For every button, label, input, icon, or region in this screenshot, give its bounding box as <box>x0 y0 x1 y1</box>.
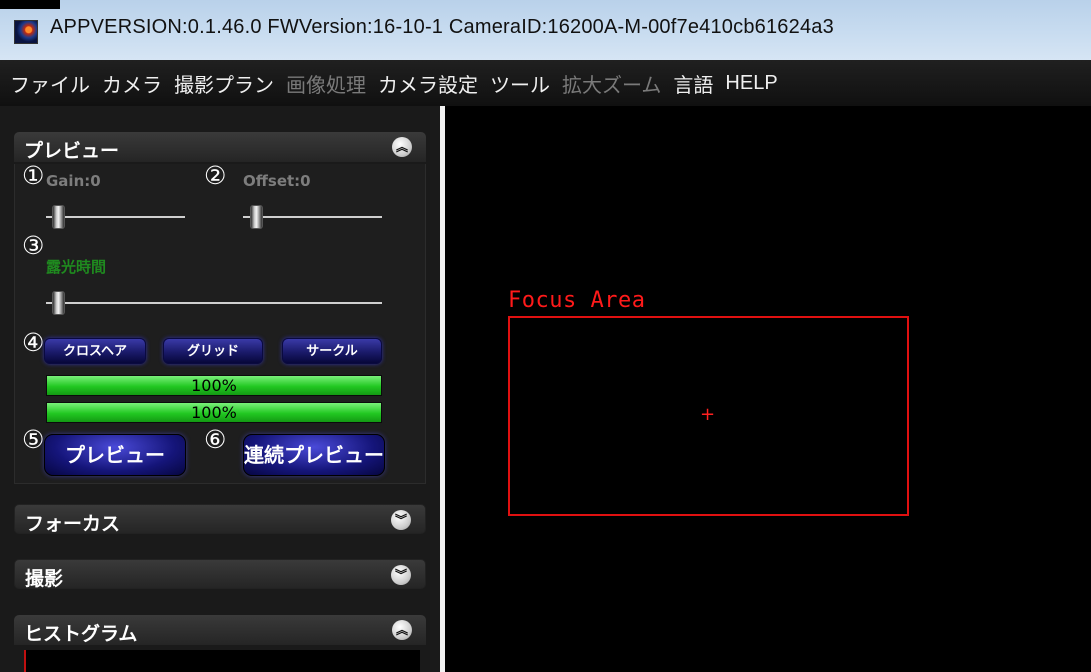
callout-1: ① <box>22 161 45 190</box>
focus-section-title: フォーカス <box>25 513 121 535</box>
window-title: APPVERSION:0.1.46.0 FWVersion:16-10-1 Ca… <box>50 16 834 38</box>
menu-camera[interactable]: カメラ <box>102 69 162 98</box>
histogram-section-header[interactable]: ヒストグラム ︽ <box>14 615 426 645</box>
progress-text-1: 100% <box>191 376 237 395</box>
grid-button[interactable]: グリッド <box>163 338 263 364</box>
callout-3: ③ <box>22 231 45 260</box>
menu-bar: ファイル カメラ 撮影プラン 画像処理 カメラ設定 ツール 拡大ズーム 言語 H… <box>0 60 1091 106</box>
offset-slider-thumb[interactable] <box>250 205 263 229</box>
continuous-preview-button[interactable]: 連続プレビュー <box>243 434 385 476</box>
crosshair-button[interactable]: クロスヘア <box>44 338 146 364</box>
focus-area-label: Focus Area <box>508 288 646 313</box>
crosshair-marker: + <box>700 404 716 425</box>
exposure-slider-thumb[interactable] <box>52 291 65 315</box>
app-nebula-icon <box>14 20 38 44</box>
histogram-section-title: ヒストグラム <box>24 623 138 645</box>
menu-camera-settings[interactable]: カメラ設定 <box>378 69 478 98</box>
gain-slider-track[interactable] <box>46 216 185 218</box>
progress-bar-1: 100% <box>46 375 382 396</box>
preview-section-header[interactable]: プレビュー ︽ <box>14 132 426 162</box>
down-double-chevron-icon[interactable]: ︾ <box>391 510 411 530</box>
callout-2: ② <box>204 161 227 190</box>
circle-button[interactable]: サークル <box>282 338 382 364</box>
offset-slider-track[interactable] <box>243 216 382 218</box>
capture-section-title: 撮影 <box>25 568 64 590</box>
preview-section-title: プレビュー <box>24 140 120 162</box>
title-bar-corner <box>0 0 60 9</box>
menu-image-processing: 画像処理 <box>286 72 366 97</box>
callout-6: ⑥ <box>204 425 227 454</box>
up-double-chevron-icon[interactable]: ︽ <box>392 137 412 157</box>
menu-file[interactable]: ファイル <box>10 69 90 98</box>
menu-help[interactable]: HELP <box>725 72 777 95</box>
down-double-chevron-icon[interactable]: ︾ <box>391 565 411 585</box>
histogram-plot <box>24 650 420 672</box>
progress-bar-2: 100% <box>46 402 382 423</box>
menu-zoom: 拡大ズーム <box>562 72 662 97</box>
menu-language[interactable]: 言語 <box>673 69 713 98</box>
capture-section-header[interactable]: 撮影 ︾ <box>14 559 426 590</box>
up-double-chevron-icon[interactable]: ︽ <box>392 620 412 640</box>
preview-button[interactable]: プレビュー <box>44 434 186 476</box>
offset-label: Offset:0 <box>243 172 311 190</box>
progress-text-2: 100% <box>191 403 237 422</box>
callout-5: ⑤ <box>22 425 45 454</box>
focus-section-header[interactable]: フォーカス ︾ <box>14 504 426 535</box>
menu-capture-plan[interactable]: 撮影プラン <box>174 69 274 98</box>
menu-tools[interactable]: ツール <box>490 69 550 98</box>
window-title-bar: APPVERSION:0.1.46.0 FWVersion:16-10-1 Ca… <box>0 0 1091 60</box>
callout-4: ④ <box>22 328 45 357</box>
exposure-slider-track[interactable] <box>46 302 382 304</box>
gain-label: Gain:0 <box>46 172 101 190</box>
exposure-label: 露光時間 <box>46 258 107 276</box>
gain-slider-thumb[interactable] <box>52 205 65 229</box>
